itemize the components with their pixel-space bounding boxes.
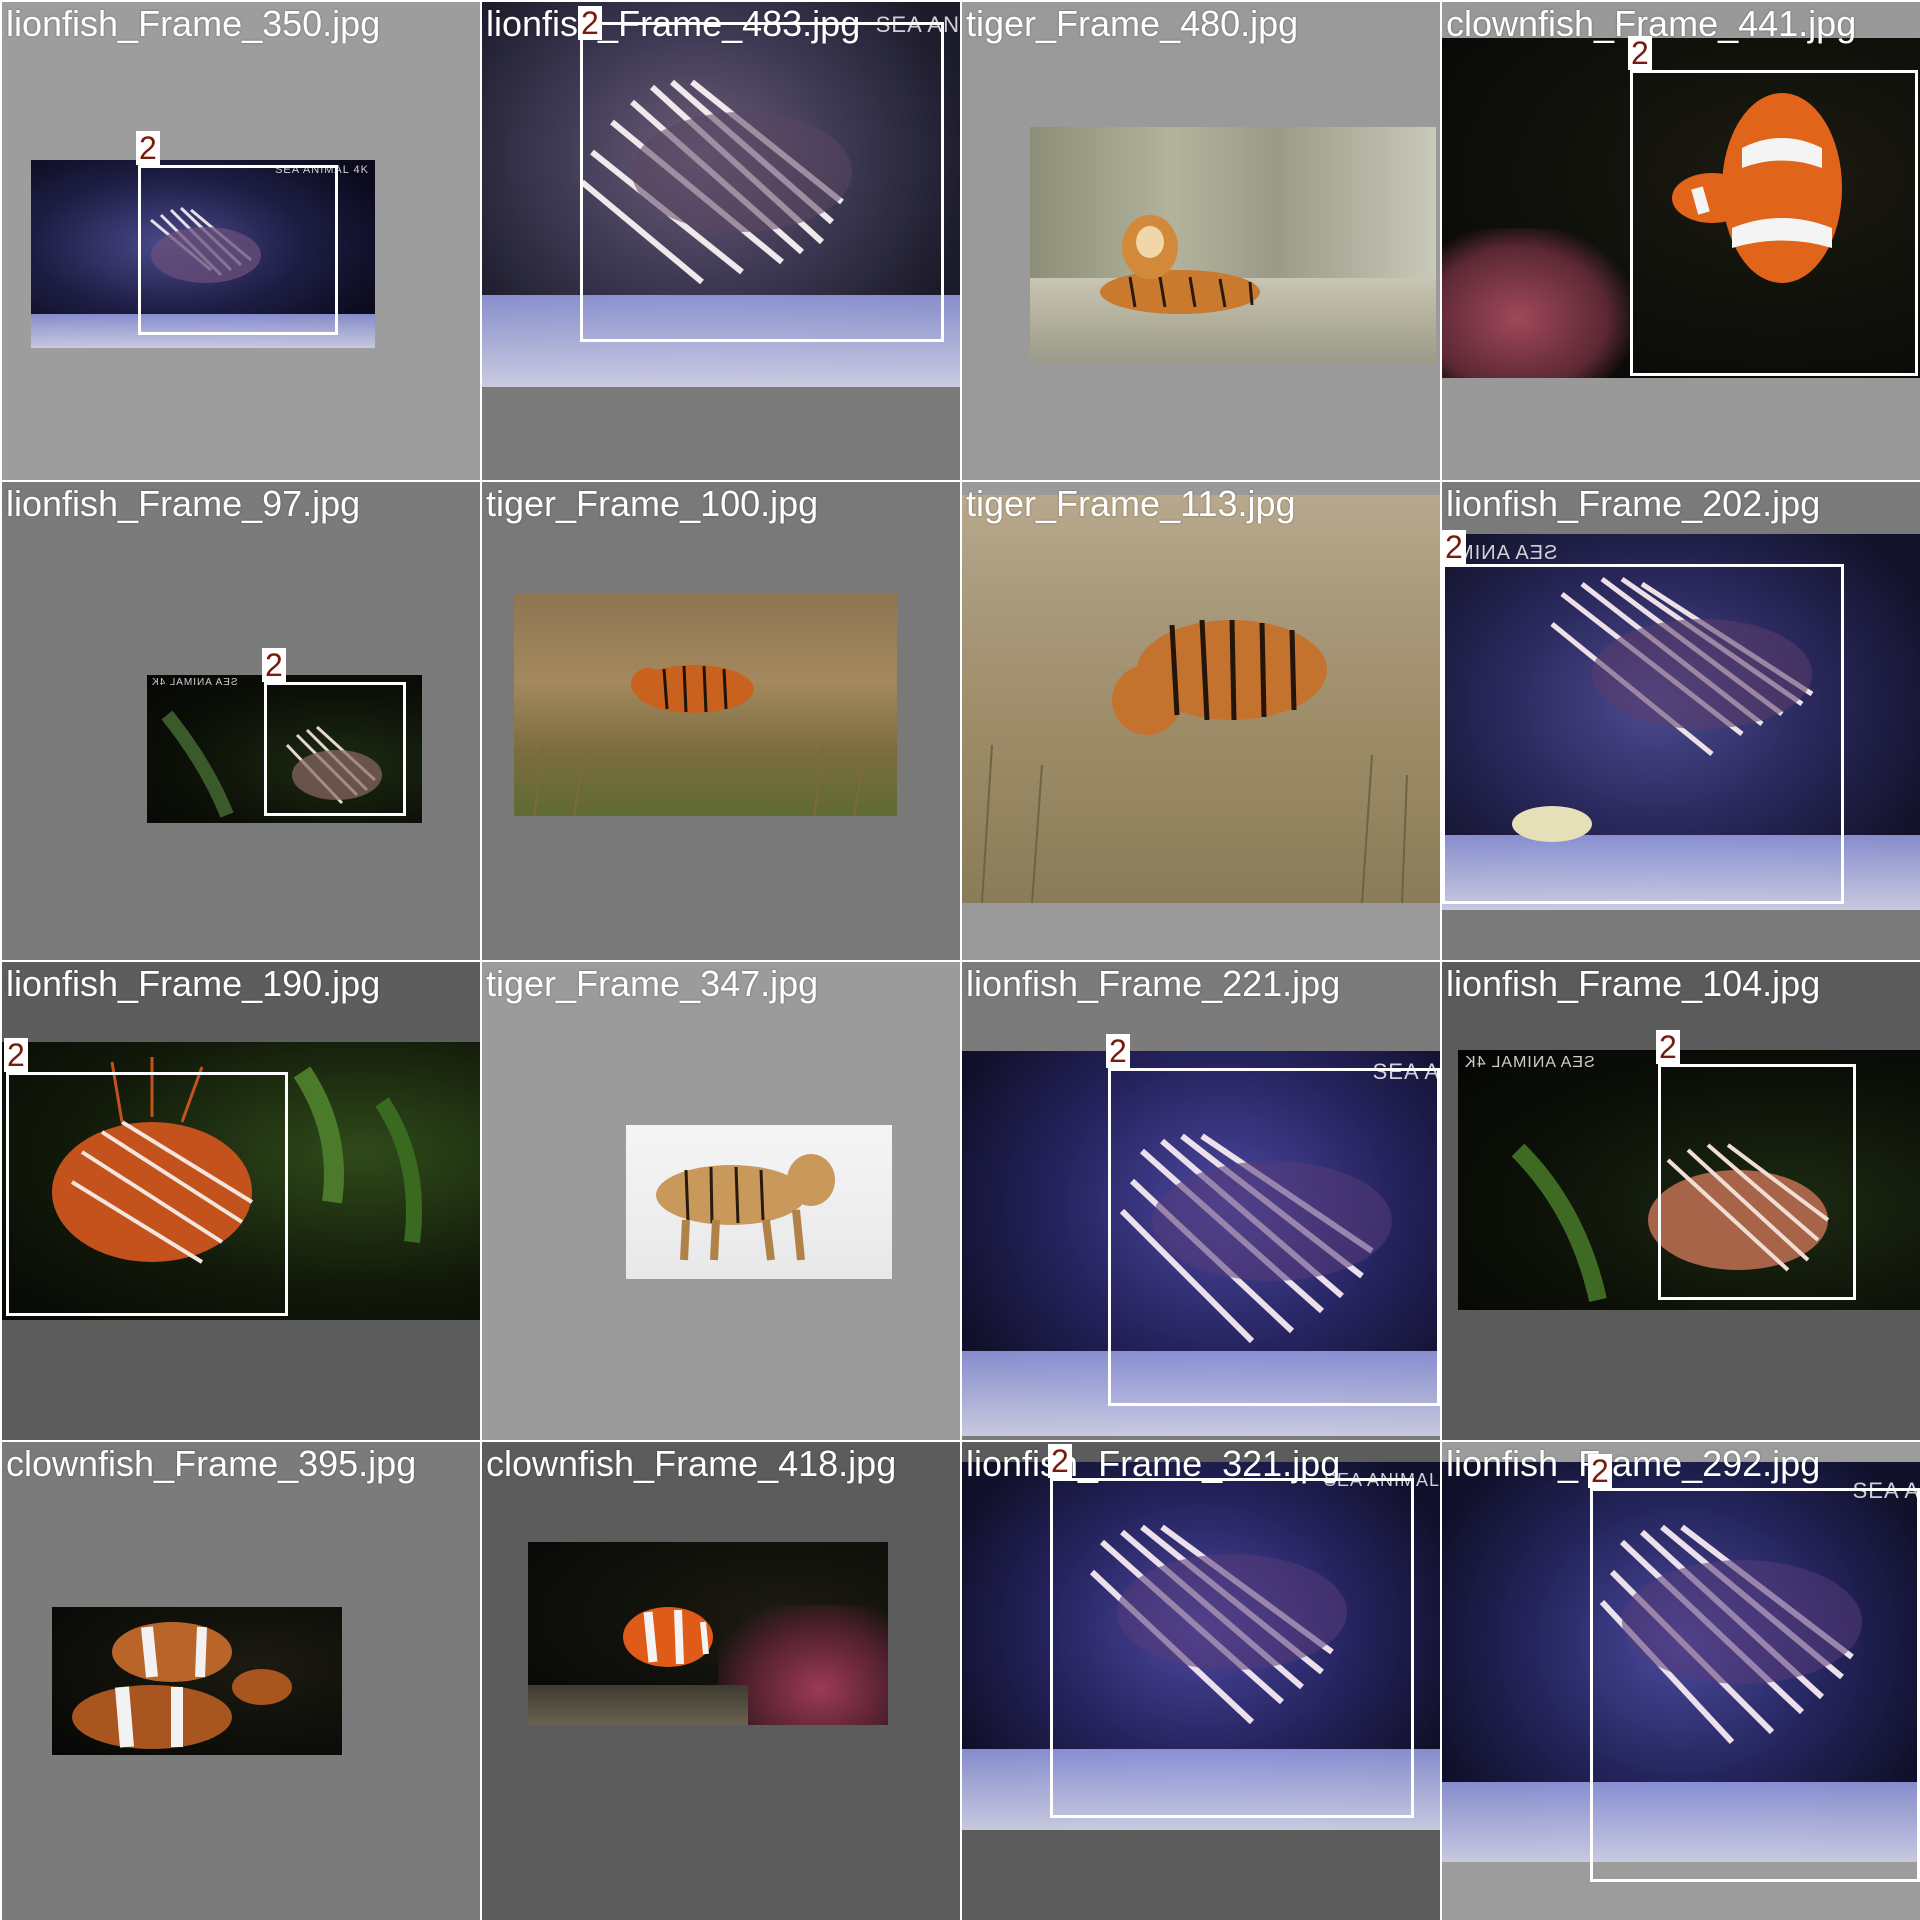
tile-filename: lionfish_Frame_292.jpg <box>1446 1443 1821 1484</box>
tile-filename: lionfish_Frame_104.jpg <box>1446 963 1821 1004</box>
bounding-box <box>1630 70 1918 376</box>
mosaic-tile: SEA ANIMAL 4K lionfish_Frame_97.jpg 2 <box>2 482 480 960</box>
bounding-box-label: 2 <box>578 6 602 40</box>
clownfish-illustration <box>72 1622 292 1749</box>
tile-filename: lionfish_Frame_350.jpg <box>6 3 381 44</box>
mosaic-tile: SEA AN lionfish_Frame_483.jpg 2 <box>482 2 960 480</box>
bounding-box <box>1050 1478 1414 1818</box>
tiger-illustration <box>1100 215 1260 314</box>
image-watermark: SEA ANIMAL 4K <box>151 677 238 688</box>
bounding-box-label: 2 <box>1442 530 1466 564</box>
bounding-box <box>264 682 406 816</box>
tile-filename: clownfish_Frame_418.jpg <box>486 1443 897 1484</box>
bounding-box-label: 2 <box>1656 1030 1680 1064</box>
mosaic-tile: tiger_Frame_480.jpg <box>962 2 1440 480</box>
tiger-illustration <box>533 665 865 816</box>
mosaic-tile: SEA A lionfish_Frame_292.jpg 2 <box>1442 1442 1920 1920</box>
bounding-box-label: 2 <box>1588 1454 1612 1488</box>
tile-filename: tiger_Frame_347.jpg <box>486 963 819 1004</box>
image-watermark: SEA ANIM <box>1456 542 1558 564</box>
bounding-box-label: 2 <box>4 1038 28 1072</box>
tiger-illustration <box>656 1154 835 1261</box>
bounding-box <box>1590 1488 1920 1882</box>
bounding-box <box>138 165 338 335</box>
bounding-box <box>580 22 944 342</box>
mosaic-tile: lionfish_Frame_190.jpg 2 <box>2 962 480 1440</box>
mosaic-tile: clownfish_Frame_418.jpg <box>482 1442 960 1920</box>
bounding-box-label: 2 <box>136 131 160 165</box>
tile-filename: tiger_Frame_113.jpg <box>966 483 1296 524</box>
mosaic-tile: SEA ANIMAL 4K lionfish_Frame_104.jpg 2 <box>1442 962 1920 1440</box>
bounding-box <box>1658 1064 1856 1300</box>
image-watermark: SEA ANIMAL 4K <box>1464 1054 1595 1071</box>
mosaic-tile: clownfish_Frame_395.jpg <box>2 1442 480 1920</box>
tile-filename: lionfish_Frame_202.jpg <box>1446 483 1821 524</box>
tile-photo <box>52 1607 342 1755</box>
mosaic-tile: tiger_Frame_100.jpg <box>482 482 960 960</box>
tile-filename: lionfish_Frame_190.jpg <box>6 963 381 1004</box>
mosaic-tile: SEA ANIM lionfish_Frame_202.jpg 2 <box>1442 482 1920 960</box>
mosaic-tile: SEA ANIMAL lionfish_Frame_321.jpg 2 <box>962 1442 1440 1920</box>
mosaic-tile: clownfish_Frame_441.jpg 2 <box>1442 2 1920 480</box>
bounding-box-label: 2 <box>262 648 286 682</box>
mosaic-tile: tiger_Frame_113.jpg <box>962 482 1440 960</box>
tile-filename: tiger_Frame_480.jpg <box>966 3 1299 44</box>
tile-photo <box>528 1542 888 1725</box>
tile-photo <box>1030 127 1436 363</box>
bounding-box <box>1442 564 1844 904</box>
mosaic-tile: SEA A lionfish_Frame_221.jpg 2 <box>962 962 1440 1440</box>
bounding-box-label: 2 <box>1048 1444 1072 1478</box>
tile-filename: lionfish_Frame_97.jpg <box>6 483 361 524</box>
bounding-box-label: 2 <box>1628 36 1652 70</box>
mosaic-tile: SEA ANIMAL 4K lionfish_Frame_350.jpg 2 <box>2 2 480 480</box>
bounding-box <box>6 1072 288 1316</box>
tiger-illustration <box>981 619 1408 903</box>
bounding-box <box>1108 1068 1440 1406</box>
tile-photo <box>514 594 897 816</box>
clownfish-illustration <box>623 1607 713 1667</box>
tile-filename: lionfish_Frame_221.jpg <box>966 963 1341 1004</box>
tile-filename: tiger_Frame_100.jpg <box>486 483 819 524</box>
tile-filename: clownfish_Frame_395.jpg <box>6 1443 417 1484</box>
mosaic-tile: tiger_Frame_347.jpg <box>482 962 960 1440</box>
bounding-box-label: 2 <box>1106 1034 1130 1068</box>
tile-photo <box>626 1125 892 1279</box>
tile-photo <box>962 495 1440 903</box>
tile-filename: lionfish_Frame_321.jpg <box>966 1443 1341 1484</box>
